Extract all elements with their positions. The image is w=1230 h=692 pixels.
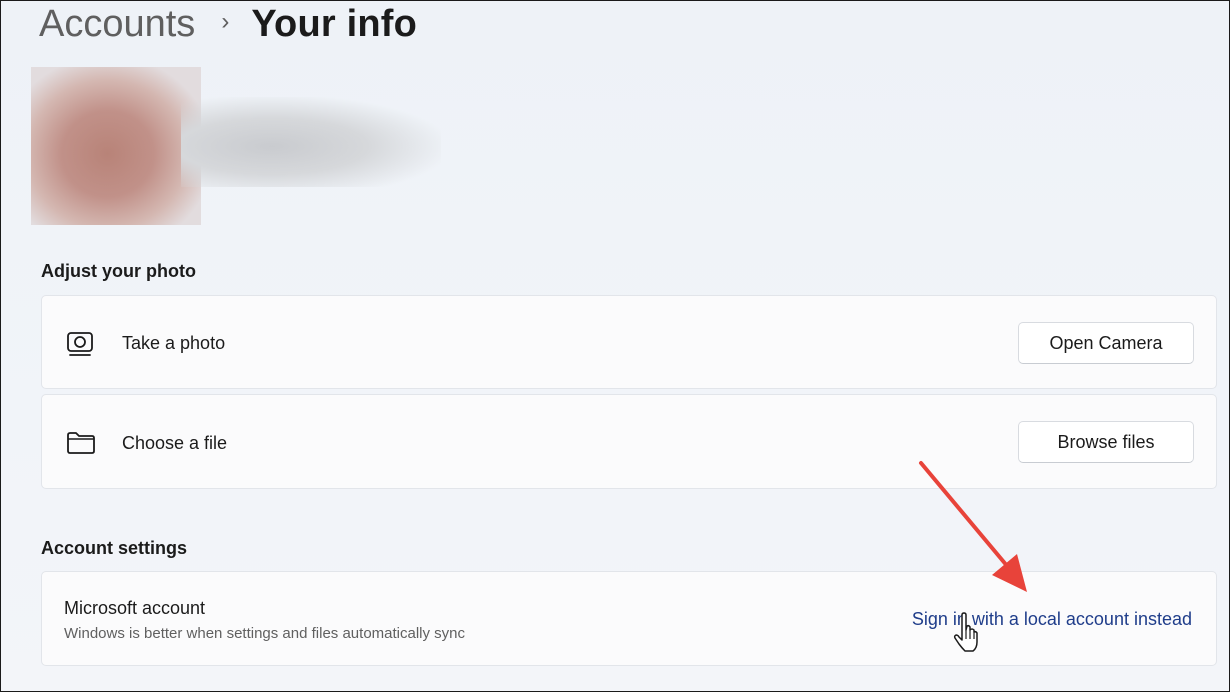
microsoft-account-subtitle: Windows is better when settings and file… — [64, 625, 466, 642]
camera-icon — [67, 332, 93, 356]
section-title-account-settings: Account settings — [41, 538, 188, 558]
page-title: Your info — [251, 2, 418, 45]
user-name-blurred — [181, 97, 441, 187]
breadcrumb: Accounts › Your info — [39, 1, 417, 47]
microsoft-account-row: Microsoft account Windows is better when… — [41, 571, 1217, 666]
microsoft-account-title: Microsoft account — [64, 598, 206, 618]
breadcrumb-accounts[interactable]: Accounts — [39, 3, 195, 46]
take-photo-row: Take a photo Open Camera — [41, 295, 1217, 389]
breadcrumb-separator-icon: › — [221, 8, 230, 35]
browse-files-button[interactable]: Browse files — [1018, 421, 1194, 463]
user-profile-header — [31, 67, 441, 227]
choose-file-row: Choose a file Browse files — [41, 394, 1217, 489]
avatar — [31, 67, 201, 225]
choose-file-label: Choose a file — [122, 433, 228, 453]
folder-icon — [67, 432, 95, 454]
settings-window: Accounts › Your info Adjust your photo T… — [0, 0, 1230, 692]
section-title-adjust-photo: Adjust your photo — [41, 261, 196, 281]
open-camera-button[interactable]: Open Camera — [1018, 322, 1194, 364]
hand-pointer-icon — [953, 612, 978, 652]
take-photo-label: Take a photo — [122, 333, 226, 353]
